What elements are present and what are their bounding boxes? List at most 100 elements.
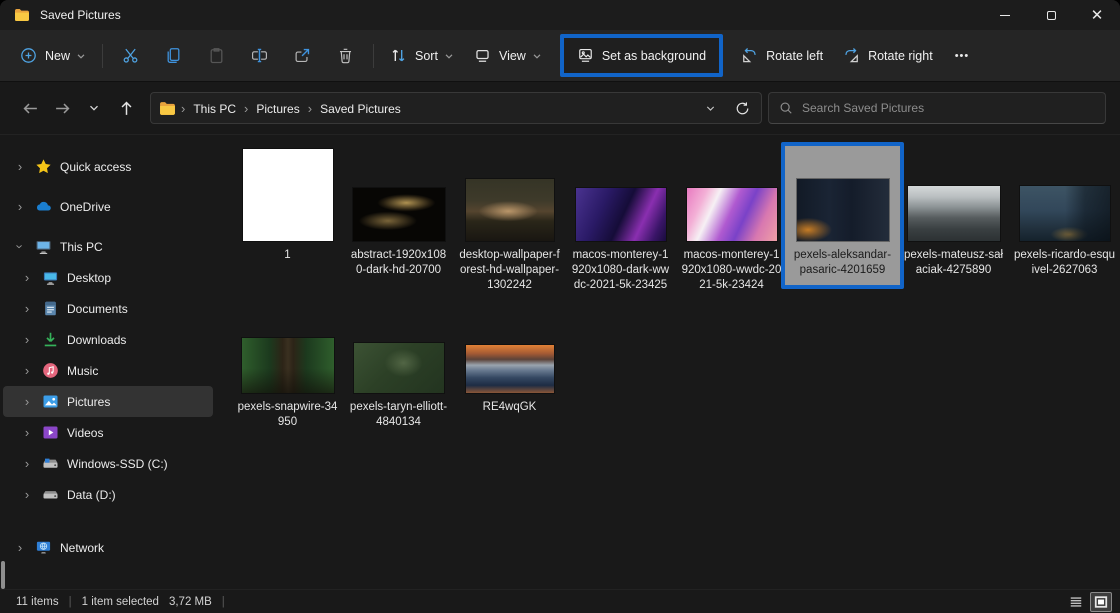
chevron-right-icon[interactable]: ›: [20, 487, 34, 502]
chevron-down-icon: [88, 102, 100, 114]
file-thumbnail[interactable]: [908, 186, 1000, 241]
file-thumbnail[interactable]: [466, 179, 554, 241]
items-count: 11 items: [16, 596, 59, 608]
sidebar-item-label: Desktop: [67, 271, 111, 285]
sidebar-item-pictures[interactable]: ›Pictures: [3, 386, 213, 417]
chevron-right-icon[interactable]: ›: [20, 394, 34, 409]
file-item[interactable]: 1: [232, 149, 343, 263]
up-button[interactable]: [110, 92, 142, 124]
file-item[interactable]: abstract-1920x1080-dark-hd-20700: [343, 149, 454, 278]
selection-size: 3,72 MB: [169, 596, 212, 608]
close-icon: ✕: [1091, 8, 1104, 23]
sidebar-item-onedrive[interactable]: ›OneDrive: [3, 191, 213, 222]
address-dropdown-button[interactable]: [699, 97, 721, 119]
address-bar[interactable]: ›This PC›Pictures›Saved Pictures: [150, 92, 762, 124]
rotate-right-icon: [843, 47, 860, 64]
file-thumbnail[interactable]: [466, 345, 554, 393]
chevron-down-icon[interactable]: ›: [13, 240, 28, 254]
chevron-right-icon[interactable]: ›: [20, 456, 34, 471]
sidebar-item-windows-ssd-c[interactable]: ›Windows-SSD (C:): [3, 448, 213, 479]
navigation-pane: ›Quick access›OneDrive›This PC›Desktop›D…: [0, 135, 216, 589]
sidebar-item-desktop[interactable]: › Desktop: [3, 262, 213, 293]
sidebar-item-music[interactable]: ›Music: [3, 355, 213, 386]
toolbar-divider: [373, 44, 374, 68]
forward-button[interactable]: [46, 92, 78, 124]
file-thumbnail[interactable]: [242, 338, 334, 393]
rotate-right-button[interactable]: Rotate right: [833, 39, 943, 72]
file-thumbnail[interactable]: [354, 343, 444, 393]
new-button[interactable]: New: [10, 39, 96, 72]
chevron-right-icon[interactable]: ›: [13, 159, 27, 174]
chevron-right-icon[interactable]: ›: [13, 540, 27, 555]
sort-arrows-icon: [390, 47, 407, 64]
desktop-icon: [42, 269, 59, 286]
details-view-button[interactable]: [1065, 592, 1087, 612]
chevron-right-icon[interactable]: ›: [20, 332, 34, 347]
file-thumbnail[interactable]: [687, 188, 777, 241]
rotate-right-label: Rotate right: [868, 49, 933, 63]
chevron-right-icon[interactable]: ›: [20, 425, 34, 440]
breadcrumb-item[interactable]: This PC: [186, 98, 243, 120]
share-icon: [294, 47, 311, 64]
sidebar-item-documents[interactable]: ›Documents: [3, 293, 213, 324]
delete-button[interactable]: [324, 39, 367, 72]
file-item[interactable]: macos-monterey-1920x1080-wwdc-2021-5k-23…: [676, 149, 787, 293]
file-thumbnail[interactable]: [797, 179, 889, 241]
sidebar-item-label: Downloads: [67, 333, 126, 347]
breadcrumb-item[interactable]: Saved Pictures: [313, 98, 408, 120]
file-name: macos-monterey-1920x1080-dark-wwdc-2021-…: [570, 248, 671, 293]
back-button[interactable]: [14, 92, 46, 124]
sidebar-item-label: Data (D:): [67, 488, 116, 502]
thumbnail-area: [1009, 149, 1120, 241]
chevron-right-icon[interactable]: ›: [20, 301, 34, 316]
file-thumbnail[interactable]: [1020, 186, 1110, 241]
sidebar-item-label: Videos: [67, 426, 103, 440]
set-background-icon: [577, 47, 594, 64]
maximize-button[interactable]: [1028, 0, 1074, 30]
details-view-icon: [1069, 595, 1083, 609]
chevron-right-icon[interactable]: ›: [13, 199, 27, 214]
share-button[interactable]: [281, 39, 324, 72]
sidebar-scrollbar[interactable]: [1, 561, 5, 589]
view-button[interactable]: View: [464, 39, 552, 72]
file-thumbnail[interactable]: [243, 149, 333, 241]
refresh-button[interactable]: [731, 97, 753, 119]
status-divider: |: [222, 596, 225, 608]
cut-button[interactable]: [109, 39, 152, 72]
sidebar-item-network[interactable]: ›Network: [3, 532, 213, 563]
sidebar-item-data-d[interactable]: › Data (D:): [3, 479, 213, 510]
breadcrumb-item[interactable]: Pictures: [249, 98, 306, 120]
file-item[interactable]: pexels-snapwire-34950: [232, 301, 343, 430]
paste-button[interactable]: [195, 39, 238, 72]
sidebar-item-videos[interactable]: › Videos: [3, 417, 213, 448]
recent-locations-button[interactable]: [78, 92, 110, 124]
close-button[interactable]: ✕: [1074, 0, 1120, 30]
file-item[interactable]: macos-monterey-1920x1080-dark-wwdc-2021-…: [565, 149, 676, 293]
command-toolbar: New Sort View Set as background Rotate l…: [0, 30, 1120, 82]
file-item[interactable]: pexels-taryn-elliott-4840134: [343, 301, 454, 430]
file-item[interactable]: pexels-ricardo-esquivel-2627063: [1009, 149, 1120, 278]
file-thumbnail[interactable]: [576, 188, 666, 241]
chevron-right-icon[interactable]: ›: [20, 270, 34, 285]
sidebar-item-downloads[interactable]: › Downloads: [3, 324, 213, 355]
file-item[interactable]: desktop-wallpaper-forest-hd-wallpaper-13…: [454, 149, 565, 293]
copy-button[interactable]: [152, 39, 195, 72]
sort-button[interactable]: Sort: [380, 39, 464, 72]
files-pane: 1abstract-1920x1080-dark-hd-20700desktop…: [216, 135, 1120, 589]
file-item[interactable]: pexels-aleksandar-pasaric-4201659: [781, 142, 904, 289]
large-icons-view-button[interactable]: [1090, 592, 1112, 612]
sidebar-item-quick-access[interactable]: ›Quick access: [3, 151, 213, 182]
rotate-left-button[interactable]: Rotate left: [731, 39, 833, 72]
file-item[interactable]: pexels-mateusz-sałaciak-4275890: [898, 149, 1009, 278]
rename-button[interactable]: [238, 39, 281, 72]
file-name: pexels-mateusz-sałaciak-4275890: [903, 248, 1004, 278]
sidebar-item-this-pc[interactable]: ›This PC: [3, 231, 213, 262]
minimize-icon: [1000, 15, 1010, 16]
file-thumbnail[interactable]: [353, 188, 445, 241]
set-as-background-button[interactable]: Set as background: [560, 34, 723, 77]
search-input[interactable]: [802, 101, 1095, 115]
minimize-button[interactable]: [982, 0, 1028, 30]
chevron-right-icon[interactable]: ›: [20, 363, 34, 378]
more-options-button[interactable]: •••: [943, 42, 982, 70]
file-item[interactable]: RE4wqGK: [454, 301, 565, 415]
